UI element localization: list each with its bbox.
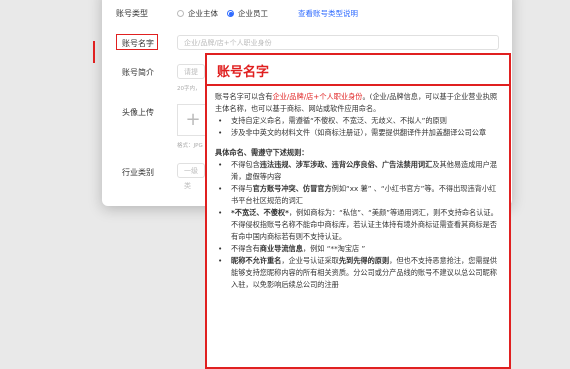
tooltip-bullet: 涉及非中英文的材料文件（如商标注册证），需要提供翻译件并加盖翻译公司公章	[215, 127, 501, 139]
account-intro-hint: 20字内，	[177, 86, 201, 92]
rule-item: 不得包含违法违规、涉军涉政、违背公序良俗、广告法禁用词汇及其他易造成用户混淆，虚…	[215, 159, 501, 183]
rule-text: ，例如 “**淘宝店 ”	[302, 244, 366, 253]
rule-emphasis: 商业导流信息	[259, 244, 303, 253]
radio-enterprise-entity-label: 企业主体	[188, 9, 218, 18]
radio-enterprise-employee[interactable]: 企业员工	[227, 8, 268, 19]
rule-item: 不得含有商业导流信息，例如 “**淘宝店 ”	[215, 243, 501, 255]
rule-text: ，企业号认证采取	[281, 256, 339, 265]
avatar-upload-label: 头像上传	[122, 108, 154, 117]
rule-emphasis: *不宽泛、不傻权*	[231, 208, 289, 217]
account-name-input[interactable]: 企业/品牌/店+个人职业身份	[177, 35, 499, 50]
tooltip-intro: 账号名字可以含有企业/品牌/店+个人职业身份。(企业/品牌信息，可以基于企业营业…	[215, 91, 501, 115]
rule-emphasis: 官方账号冲突、仿冒官方	[252, 184, 332, 193]
rule-emphasis: 先到先得的原则	[338, 256, 390, 265]
account-intro-label: 账号简介	[122, 68, 154, 77]
rule-item: 不得与官方账号冲突、仿冒官方例如“xx 薯” 、“小红书官方”等。不得出现违背小…	[215, 183, 501, 207]
avatar-format-hint: 格式：JPG	[177, 143, 203, 149]
rule-text: 不得与	[231, 184, 253, 193]
rule-item: 昵称不允许重名，企业号认证采取先到先得的原则，但也不支持恶意抢注，您需提供能够支…	[215, 255, 501, 291]
callout-connector	[93, 41, 95, 63]
rule-item: *不宽泛、不傻权*，例如商标为：“私信”、“美颜”等通用词汇，则不支持命名认证。…	[215, 207, 501, 243]
account-name-label: 账号名字	[122, 39, 154, 48]
tooltip-body: 账号名字可以含有企业/品牌/店+个人职业身份。(企业/品牌信息，可以基于企业营业…	[215, 91, 501, 291]
tooltip-divider	[207, 84, 509, 86]
intro-prefix: 账号名字可以含有	[215, 92, 273, 101]
account-type-label: 账号类型	[116, 9, 148, 18]
industry-select[interactable]: 一级类	[177, 163, 205, 190]
account-intro-input[interactable]: 请提	[177, 64, 205, 79]
rules-title: 具体命名、需遵守下述规则：	[215, 148, 309, 157]
rule-emphasis: 昵称不允许重名	[231, 256, 282, 265]
tooltip-title: 账号名字	[217, 65, 270, 80]
account-name-tooltip: 账号名字 账号名字可以含有企业/品牌/店+个人职业身份。(企业/品牌信息，可以基…	[205, 53, 511, 369]
radio-checked-icon	[227, 10, 234, 17]
rule-text: 不得含有	[231, 244, 260, 253]
tooltip-bullet: 支持自定义命名，需遵循“不傻权、不宽泛、无歧义、不拟人”的原则	[215, 115, 501, 127]
radio-unchecked-icon	[177, 10, 184, 17]
industry-label: 行业类别	[122, 168, 154, 177]
rule-emphasis: 违法违规、涉军涉政、违背公序良俗、广告法禁用词汇	[259, 160, 433, 169]
radio-enterprise-employee-label: 企业员工	[238, 9, 268, 18]
account-type-help-link[interactable]: 查看账号类型说明	[298, 8, 358, 19]
radio-enterprise-entity[interactable]: 企业主体	[177, 8, 218, 19]
rule-text: 不得包含	[231, 160, 260, 169]
intro-highlight: 企业/品牌/店+个人职业身份	[272, 92, 363, 101]
